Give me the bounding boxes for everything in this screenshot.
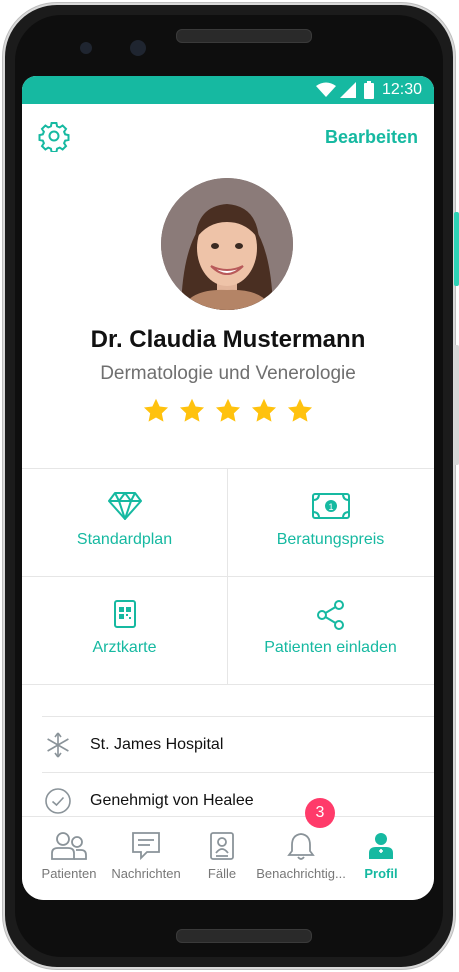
action-grid: Standardplan 1 Beratungspreis Arztkarte <box>22 468 434 685</box>
list-item: St. James Hospital <box>42 716 434 772</box>
gear-icon[interactable] <box>38 120 70 152</box>
nav-cases-label: Fälle <box>207 866 237 881</box>
rating-stars <box>142 397 314 427</box>
star-icon <box>215 398 241 422</box>
consultation-price-button[interactable]: 1 Beratungspreis <box>228 469 433 575</box>
profile-photo <box>161 178 293 310</box>
status-bar: 12:30 <box>22 76 434 104</box>
avatar <box>161 178 293 310</box>
front-camera <box>130 40 146 56</box>
sensor <box>80 42 92 54</box>
doctor-specialty: Dermatologie und Venerologie <box>100 363 356 384</box>
nav-patients[interactable]: Patienten <box>28 831 110 881</box>
hospital-text: St. James Hospital <box>90 735 224 753</box>
app-screen: 12:30 Bearbeiten Dr. Claudia Mustermann … <box>22 76 434 900</box>
star-icon <box>287 398 313 422</box>
cases-icon <box>210 832 234 860</box>
notification-badge: 3 <box>305 798 335 828</box>
nav-messages-label: Nachrichten <box>111 866 181 881</box>
qr-card-icon <box>113 600 136 628</box>
consultation-price-label: Beratungspreis <box>276 531 385 548</box>
nav-notifications[interactable]: Benachrichtig... <box>256 831 346 881</box>
bottom-speaker <box>176 929 312 943</box>
diamond-icon <box>107 492 142 520</box>
status-time: 12:30 <box>381 81 422 98</box>
nav-messages[interactable]: Nachrichten <box>105 831 187 881</box>
nav-profile-label: Profil <box>364 866 398 881</box>
standard-plan-label: Standardplan <box>76 531 173 548</box>
medical-asterisk-icon <box>47 732 69 757</box>
nav-cases[interactable]: Fälle <box>181 831 263 881</box>
nav-patients-label: Patienten <box>41 866 97 881</box>
doctor-card-button[interactable]: Arztkarte <box>22 577 227 683</box>
check-circle-icon <box>45 787 71 814</box>
profile-icon <box>369 833 393 859</box>
standard-plan-button[interactable]: Standardplan <box>22 469 227 575</box>
nav-notifications-label: Benachrichtig... <box>256 866 346 881</box>
patients-icon <box>51 832 87 860</box>
star-icon <box>179 398 205 422</box>
bell-icon <box>287 833 315 860</box>
nav-profile[interactable]: Profil <box>340 831 422 881</box>
banknote-icon: 1 <box>311 493 350 519</box>
bottom-navigation: Patienten Nachrichten Fälle Benachrichti… <box>22 816 434 900</box>
approval-text: Genehmigt von Healee <box>90 791 254 809</box>
star-icon <box>143 398 169 422</box>
invite-patients-button[interactable]: Patienten einladen <box>228 577 433 683</box>
invite-patients-label: Patienten einladen <box>264 639 397 656</box>
top-speaker <box>176 29 312 43</box>
wifi-icon <box>316 82 336 97</box>
messages-icon <box>132 832 160 861</box>
doctor-name: Dr. Claudia Mustermann <box>90 326 366 353</box>
doctor-card-label: Arztkarte <box>92 639 157 656</box>
share-icon <box>316 600 344 630</box>
battery-icon <box>364 81 374 99</box>
svg-text:1: 1 <box>328 502 333 512</box>
edit-button[interactable]: Bearbeiten <box>325 127 418 148</box>
details-list: St. James Hospital Genehmigt von Healee <box>42 716 434 828</box>
star-icon <box>251 398 277 422</box>
power-button <box>454 212 459 286</box>
volume-button <box>454 345 459 465</box>
signal-icon <box>340 82 356 98</box>
